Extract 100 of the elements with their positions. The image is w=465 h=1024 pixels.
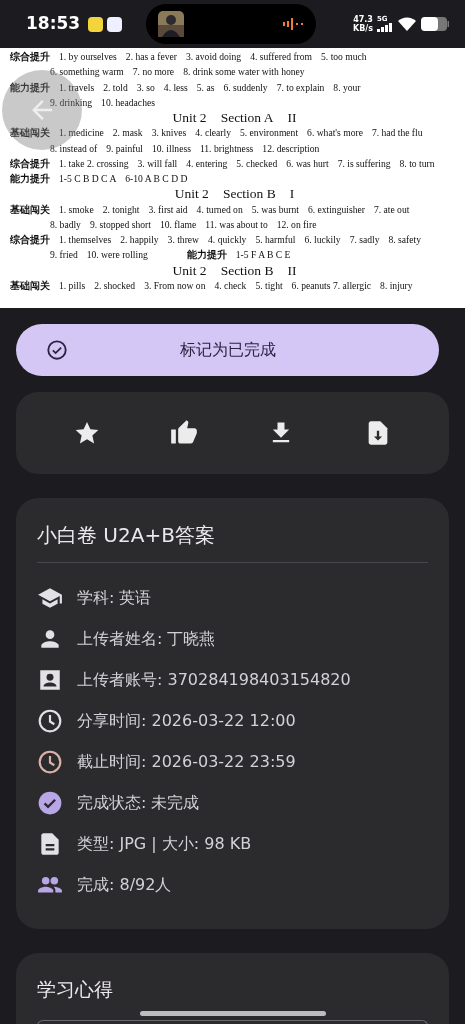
answer-text: 6. extinguisher [307,202,365,217]
answer-text: 8. to turn [399,156,435,171]
answer-text: 6. what's more [307,126,363,141]
info-text: 类型: JPG | 大小: 98 KB [77,832,252,855]
section-label: 能力提升 [10,172,50,186]
info-text: 上传者账号: 370284198403154820 [77,668,351,691]
music-app-icon [88,16,104,32]
answer-text: 6. peanuts 7. allergic [291,278,372,293]
answer-text: 8. drink some water with honey [183,65,305,80]
network-speed-text: 47.3 [353,15,373,24]
answer-text: 8. instead of [50,141,98,156]
unit-heading: Section B [220,262,274,278]
section-label: 能力提升 [10,80,50,95]
answer-text: 11. was about to [205,217,268,232]
answer-text: 3. threw [167,233,200,247]
answer-text: 8. badly [50,217,81,232]
info-text: 分享时间: 2026-03-22 12:00 [77,709,296,732]
mark-complete-button[interactable]: 标记为已完成 [16,324,439,376]
answer-text: 1. pills [59,278,86,293]
answer-text: 3. From now on [144,278,206,293]
answer-text: 2. happily [120,233,159,247]
answer-text: 6-10 A B C D D [125,172,188,186]
check-circle-icon [46,339,68,361]
answer-text: 3. first aid [148,202,188,217]
answer-text: 1. travels [59,80,95,95]
answer-text: 8. safety [388,233,421,247]
answer-text: 11. brightness [199,141,254,156]
answer-text: 1. smoke [59,202,94,217]
section-label: 基础闯关 [10,202,50,217]
unit-heading: I [289,186,295,202]
answer-text: 7. ate out [373,202,410,217]
answer-text: 9. painful [106,141,143,156]
answer-text: 4. clearly [195,126,231,141]
answer-text: 2. told [103,80,128,95]
answer-text: 12. on fire [276,217,317,232]
section-label: 综合提升 [10,156,50,171]
answer-text: 10. flame [159,217,197,232]
info-text: 完成: 8/92人 [77,873,172,896]
answer-text: 5. checked [236,156,278,171]
answer-text: 10. were rolling [86,248,148,263]
section-label: 能力提升 [186,248,227,263]
answer-text: 7. is suffering [337,156,391,171]
answer-text: 3. knives [151,126,187,141]
answer-text: 9. drinking [50,95,93,110]
unit-heading: Unit 2 [172,110,207,126]
answer-text: 2. tonight [102,202,140,217]
answer-text: 3. avoid doing [185,50,242,64]
answer-text: 1. by ourselves [59,50,117,64]
answer-text: 5. too much [321,50,367,64]
answer-text: 6. was hurt [286,156,329,171]
answer-text: 2. shocked [94,278,136,293]
time-text: 18:53 [26,12,81,36]
answer-text: 5. harmful [255,233,296,247]
section-label: 综合提升 [10,233,50,247]
info-text: 完成状态: 未完成 [77,791,200,814]
answer-text: 3. so [136,80,155,95]
answer-text: 4. turned on [196,202,243,217]
answer-text: 8. your [333,80,361,95]
answer-text: 1-5 C B D C A [59,172,117,186]
unit-heading: Unit 2 [172,262,207,278]
answer-text: 4. check [214,278,247,293]
answer-text: 5. environment [240,126,299,141]
answer-text: 3. will fall [137,156,178,171]
signal-icon [377,23,393,32]
section-label: 基础闯关 [10,278,50,293]
answer-text: 8. injury [380,278,413,293]
thumbs-up-icon [169,419,198,447]
answer-text: 1-5 F A B C E [235,248,291,263]
answer-text: 5. was burnt [251,202,299,217]
answer-text: 7. sadly [349,233,380,247]
section-label: 基础闯关 [10,126,50,141]
battery-icon [421,17,449,31]
answer-text: 6. luckily [304,233,341,247]
info-text: 学科: 英语 [77,586,152,609]
unit-heading: II [287,110,297,126]
answer-text: 4. quickly [208,233,247,247]
answer-text: 7. to explain [276,80,325,95]
answer-text: 2. mask [112,126,143,141]
wifi-icon [397,16,417,32]
answer-text: 12. description [262,141,320,156]
answer-text: 1. take 2. crossing [59,156,129,171]
answer-text: 4. entering [186,156,228,171]
unit-heading: Unit 2 [174,186,209,202]
answer-text: 6. suddenly [223,80,268,95]
answer-text: 1. themselves [59,233,112,247]
document-title: 小白卷 U2A+B答案 [37,520,428,563]
answer-text: 2. has a fever [125,50,177,64]
answer-text: 5. as [196,80,215,95]
info-text: 上传者姓名: 丁晓燕 [77,627,216,650]
answer-text: 7. had the flu [371,126,423,141]
info-text: 截止时间: 2026-03-22 23:59 [77,750,296,773]
answer-text: 4. less [163,80,188,95]
unit-heading: Section A [220,110,274,126]
answer-text: 9. stopped short [89,217,151,232]
answer-text: 4. suffered from [250,50,313,64]
section-label: 综合提升 [10,50,50,64]
answer-text: 10. illness [151,141,191,156]
notes-title: 学习心得 [37,977,114,1002]
answer-text: 6. something warm [50,65,124,80]
answer-text: 5. tight [255,278,283,293]
